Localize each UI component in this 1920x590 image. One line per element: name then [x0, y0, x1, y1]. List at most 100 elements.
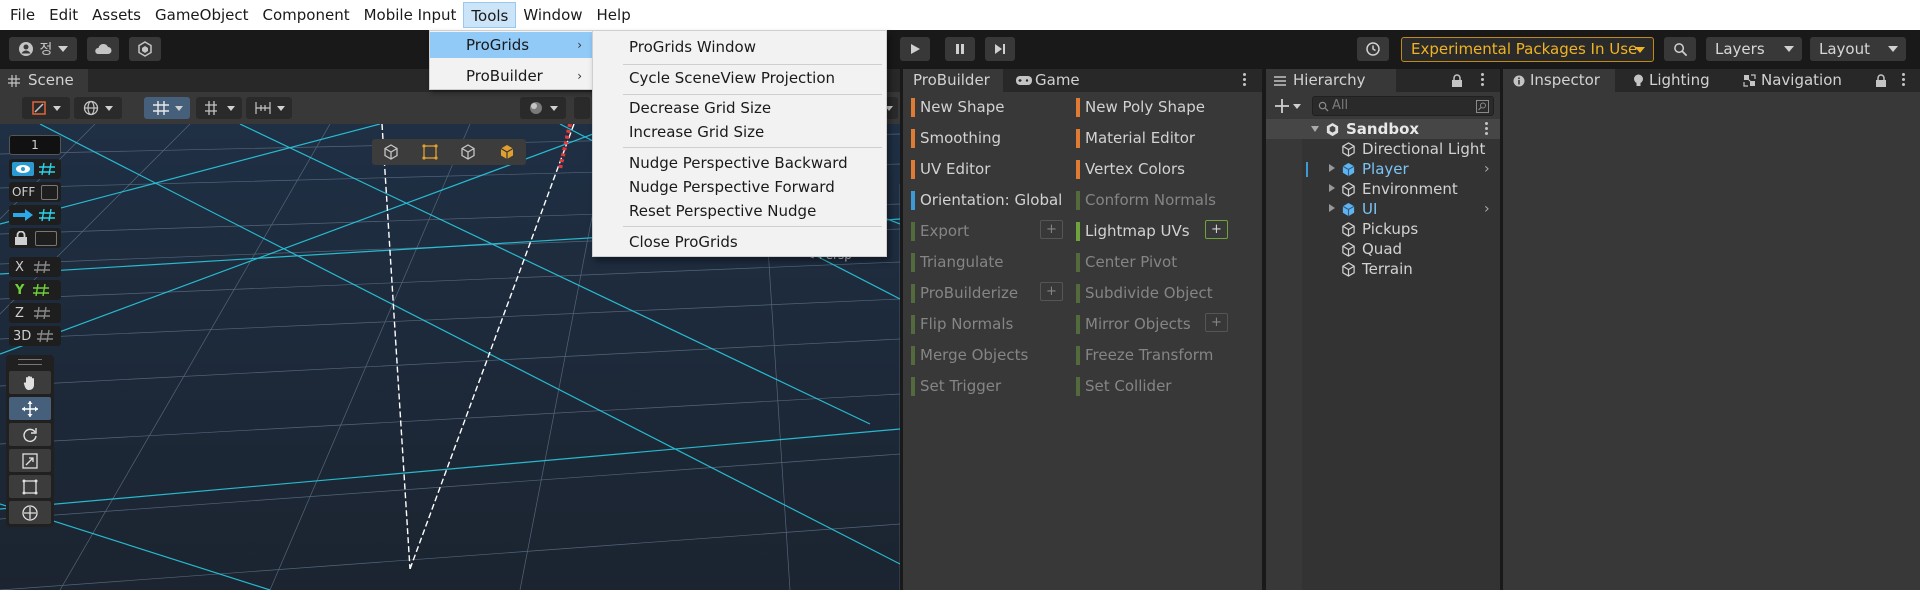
hierarchy-row-pickups[interactable]: Pickups [1266, 219, 1500, 239]
hierarchy-row-sandbox[interactable]: Sandbox [1266, 119, 1500, 139]
hierarchy-row-player[interactable]: Player › [1266, 159, 1500, 179]
layout-dropdown[interactable]: Layout [1810, 37, 1906, 61]
menu-mobile-input[interactable]: Mobile Input [357, 2, 464, 28]
more-options-icon[interactable] [1902, 73, 1906, 88]
rotate-tool-button[interactable] [9, 423, 51, 446]
freeze-transform-button[interactable]: Freeze Transform [1076, 344, 1226, 367]
flip-normals-button[interactable]: Flip Normals [911, 313, 1061, 336]
merge-objects-button[interactable]: Merge Objects [911, 344, 1061, 367]
search-button[interactable] [1664, 37, 1696, 61]
rect-tool-button[interactable] [9, 475, 51, 498]
tab-scene[interactable]: Scene [0, 69, 88, 92]
scale-tool-button[interactable] [9, 449, 51, 472]
face-mode-icon[interactable] [498, 143, 516, 161]
expand-arrow-icon[interactable] [1329, 184, 1335, 192]
vertex-mode-icon[interactable] [421, 143, 439, 161]
orientation-button[interactable]: Orientation: Global [911, 189, 1071, 212]
tab-lighting[interactable]: Lighting [1631, 69, 1721, 92]
vertex-colors-button[interactable]: Vertex Colors [1076, 158, 1226, 181]
experimental-packages-button[interactable]: Experimental Packages In Use [1401, 37, 1654, 62]
axis-z-toggle[interactable]: Z [9, 303, 61, 323]
menu-file[interactable]: File [3, 2, 42, 28]
account-dropdown[interactable]: 정 [9, 37, 77, 61]
pause-button[interactable] [945, 37, 975, 61]
tab-probuilder[interactable]: ProBuilder [903, 69, 1003, 92]
cloud-button[interactable] [87, 37, 119, 61]
hierarchy-row-terrain[interactable]: Terrain [1266, 259, 1500, 279]
menu-assets[interactable]: Assets [85, 2, 148, 28]
menu-item-probuilder[interactable]: ProBuilder › [430, 63, 592, 89]
material-editor-button[interactable]: Material Editor [1076, 127, 1226, 150]
align-dropdown[interactable] [246, 97, 292, 119]
increment-snap-dropdown[interactable] [196, 97, 242, 119]
create-dropdown[interactable] [1274, 96, 1304, 116]
tab-navigation[interactable]: Navigation [1741, 69, 1851, 92]
expand-arrow-icon[interactable] [1311, 126, 1319, 132]
menu-gameobject[interactable]: GameObject [148, 2, 256, 28]
menu-item-progrids-window[interactable]: ProGrids Window [593, 35, 886, 59]
grid-visibility-toggle[interactable] [9, 159, 61, 179]
grid-snap-toggle[interactable] [144, 97, 190, 119]
menu-edit[interactable]: Edit [42, 2, 85, 28]
menu-item-progrids[interactable]: ProGrids › [430, 32, 592, 58]
new-poly-shape-button[interactable]: New Poly Shape [1076, 96, 1226, 119]
mirror-objects-button[interactable]: Mirror Objects [1076, 313, 1226, 336]
expand-arrow-icon[interactable] [1329, 164, 1335, 172]
object-mode-icon[interactable] [382, 143, 400, 161]
set-trigger-button[interactable]: Set Trigger [911, 375, 1061, 398]
menu-help[interactable]: Help [590, 2, 638, 28]
hierarchy-search-field[interactable]: All [1312, 96, 1494, 116]
menu-item-nudge-backward[interactable]: Nudge Perspective Backward [593, 151, 886, 175]
draw-mode-dropdown[interactable] [22, 97, 70, 119]
edge-mode-icon[interactable] [459, 143, 477, 161]
hierarchy-row-ui[interactable]: UI › [1266, 199, 1500, 219]
conform-normals-button[interactable]: Conform Normals [1076, 189, 1226, 212]
more-options-icon[interactable] [1243, 73, 1247, 88]
transform-tool-button[interactable] [9, 501, 51, 524]
new-shape-button[interactable]: New Shape [911, 96, 1061, 119]
grid-size-field[interactable]: 1 [9, 135, 61, 155]
hierarchy-row-quad[interactable]: Quad [1266, 239, 1500, 259]
drag-handle[interactable] [18, 359, 42, 365]
history-button[interactable] [1357, 37, 1389, 61]
menu-item-nudge-forward[interactable]: Nudge Perspective Forward [593, 175, 886, 199]
lightmap-uvs-options-button[interactable]: + [1205, 220, 1228, 239]
chevron-right-icon[interactable]: › [1484, 159, 1490, 179]
menu-window[interactable]: Window [516, 2, 589, 28]
export-button[interactable]: Export [911, 220, 1061, 243]
mirror-objects-options-button[interactable]: + [1205, 313, 1228, 332]
chevron-right-icon[interactable]: › [1484, 199, 1490, 219]
scene-2d-toggle[interactable] [574, 97, 590, 119]
uv-editor-button[interactable]: UV Editor [911, 158, 1061, 181]
menu-item-decrease-grid[interactable]: Decrease Grid Size [593, 96, 886, 120]
lightmap-uvs-button[interactable]: Lightmap UVs [1076, 220, 1226, 243]
search-filter-icon[interactable] [1476, 100, 1489, 113]
tab-hierarchy[interactable]: Hierarchy [1266, 69, 1396, 92]
smoothing-button[interactable]: Smoothing [911, 127, 1061, 150]
global-dropdown[interactable] [74, 97, 122, 119]
axis-y-toggle[interactable]: Y [9, 280, 61, 300]
hand-tool-button[interactable] [9, 371, 51, 394]
probuilderize-options-button[interactable]: + [1040, 282, 1063, 301]
more-options-icon[interactable] [1485, 122, 1489, 137]
menu-item-reset-nudge[interactable]: Reset Perspective Nudge [593, 199, 886, 223]
center-pivot-button[interactable]: Center Pivot [1076, 251, 1226, 274]
lock-icon[interactable] [1451, 74, 1463, 87]
menu-item-cycle-projection[interactable]: Cycle SceneView Projection [593, 66, 886, 90]
axis-x-toggle[interactable]: X [9, 257, 61, 277]
hierarchy-row-environment[interactable]: Environment [1266, 179, 1500, 199]
tab-game[interactable]: Game [1013, 69, 1093, 92]
menu-tools[interactable]: Tools [463, 2, 517, 28]
lock-icon[interactable] [1875, 74, 1887, 87]
play-button[interactable] [900, 37, 930, 61]
layers-dropdown[interactable]: Layers [1706, 37, 1802, 61]
set-collider-button[interactable]: Set Collider [1076, 375, 1226, 398]
menu-component[interactable]: Component [256, 2, 357, 28]
collab-button[interactable] [129, 37, 161, 61]
tab-inspector[interactable]: Inspector [1503, 69, 1615, 92]
step-button[interactable] [985, 37, 1015, 61]
mode-3d-toggle[interactable]: 3D [9, 326, 61, 346]
export-options-button[interactable]: + [1040, 220, 1063, 239]
more-options-icon[interactable] [1481, 73, 1485, 88]
push-to-grid-toggle[interactable] [9, 205, 61, 225]
